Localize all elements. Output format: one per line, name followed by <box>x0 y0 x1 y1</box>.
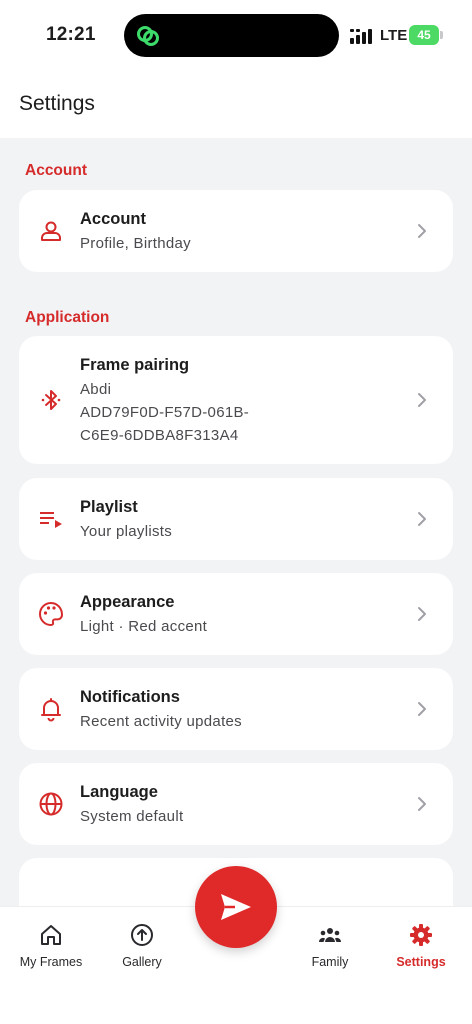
row-title: Appearance <box>80 593 175 611</box>
settings-row-appearance[interactable]: Appearance Light · Red accent <box>19 573 453 655</box>
paired-frame-id-line2: C6E9-6DDBA8F313A4 <box>80 427 239 444</box>
battery-level: 45 <box>409 25 439 45</box>
status-bar: 12:21 LTE 45 <box>0 0 472 72</box>
row-title: Language <box>80 783 158 801</box>
paired-frame-id-line1: ADD79F0D-F57D-061B- <box>80 404 250 421</box>
send-button[interactable] <box>195 866 277 948</box>
person-icon <box>41 221 61 241</box>
row-title: Frame pairing <box>80 356 190 374</box>
settings-list[interactable]: Account Account Profile, Birthday Applic… <box>0 138 472 906</box>
tab-label: Family <box>311 955 349 969</box>
signal-icon <box>350 29 372 44</box>
row-subtitle: System default <box>80 808 184 825</box>
tab-settings[interactable]: Settings <box>374 907 468 985</box>
globe-icon <box>39 792 63 816</box>
group-icon <box>318 928 342 942</box>
status-time: 12:21 <box>46 24 96 45</box>
bell-icon <box>41 698 61 722</box>
battery-cap <box>440 31 443 39</box>
tab-label: Gallery <box>122 955 162 969</box>
tab-gallery[interactable]: Gallery <box>95 907 189 985</box>
chevron-right-icon <box>418 702 426 716</box>
tab-label: My Frames <box>19 955 83 969</box>
row-subtitle: Recent activity updates <box>80 713 242 730</box>
section-label-account: Account <box>25 162 87 179</box>
gear-icon <box>410 924 432 946</box>
section-label-application: Application <box>25 309 110 326</box>
page-header: Settings <box>0 72 472 138</box>
send-icon <box>221 894 251 920</box>
chevron-right-icon <box>418 607 426 621</box>
chevron-right-icon <box>418 512 426 526</box>
tab-my-frames[interactable]: My Frames <box>4 907 98 985</box>
linked-rings-icon <box>137 26 159 46</box>
settings-row-account[interactable]: Account Profile, Birthday <box>19 190 453 272</box>
paired-frame-name: Abdi <box>80 381 112 398</box>
dynamic-island <box>124 14 339 57</box>
row-title: Account <box>80 210 146 228</box>
chevron-right-icon <box>418 224 426 238</box>
tab-label: Settings <box>396 955 446 969</box>
palette-icon <box>39 602 63 626</box>
settings-row-language[interactable]: Language System default <box>19 763 453 845</box>
row-subtitle: Light · Red accent <box>80 618 208 635</box>
chevron-right-icon <box>418 797 426 811</box>
row-title: Notifications <box>80 688 180 706</box>
row-subtitle: Profile, Birthday <box>80 235 191 252</box>
home-indicator-area <box>0 984 472 1024</box>
chevron-right-icon <box>418 393 426 407</box>
page-title: Settings <box>19 92 95 115</box>
settings-row-frame-pairing[interactable]: Frame pairing Abdi ADD79F0D-F57D-061B- C… <box>19 336 453 464</box>
home-icon <box>41 925 61 945</box>
network-type: LTE <box>380 27 408 44</box>
settings-row-notifications[interactable]: Notifications Recent activity updates <box>19 668 453 750</box>
tab-family[interactable]: Family <box>283 907 377 985</box>
bluetooth-icon <box>41 390 61 410</box>
playlist-icon <box>40 512 62 528</box>
settings-row-playlist[interactable]: Playlist Your playlists <box>19 478 453 560</box>
upload-circle-icon <box>131 924 153 946</box>
row-title: Playlist <box>80 498 138 516</box>
row-subtitle: Your playlists <box>80 523 173 540</box>
